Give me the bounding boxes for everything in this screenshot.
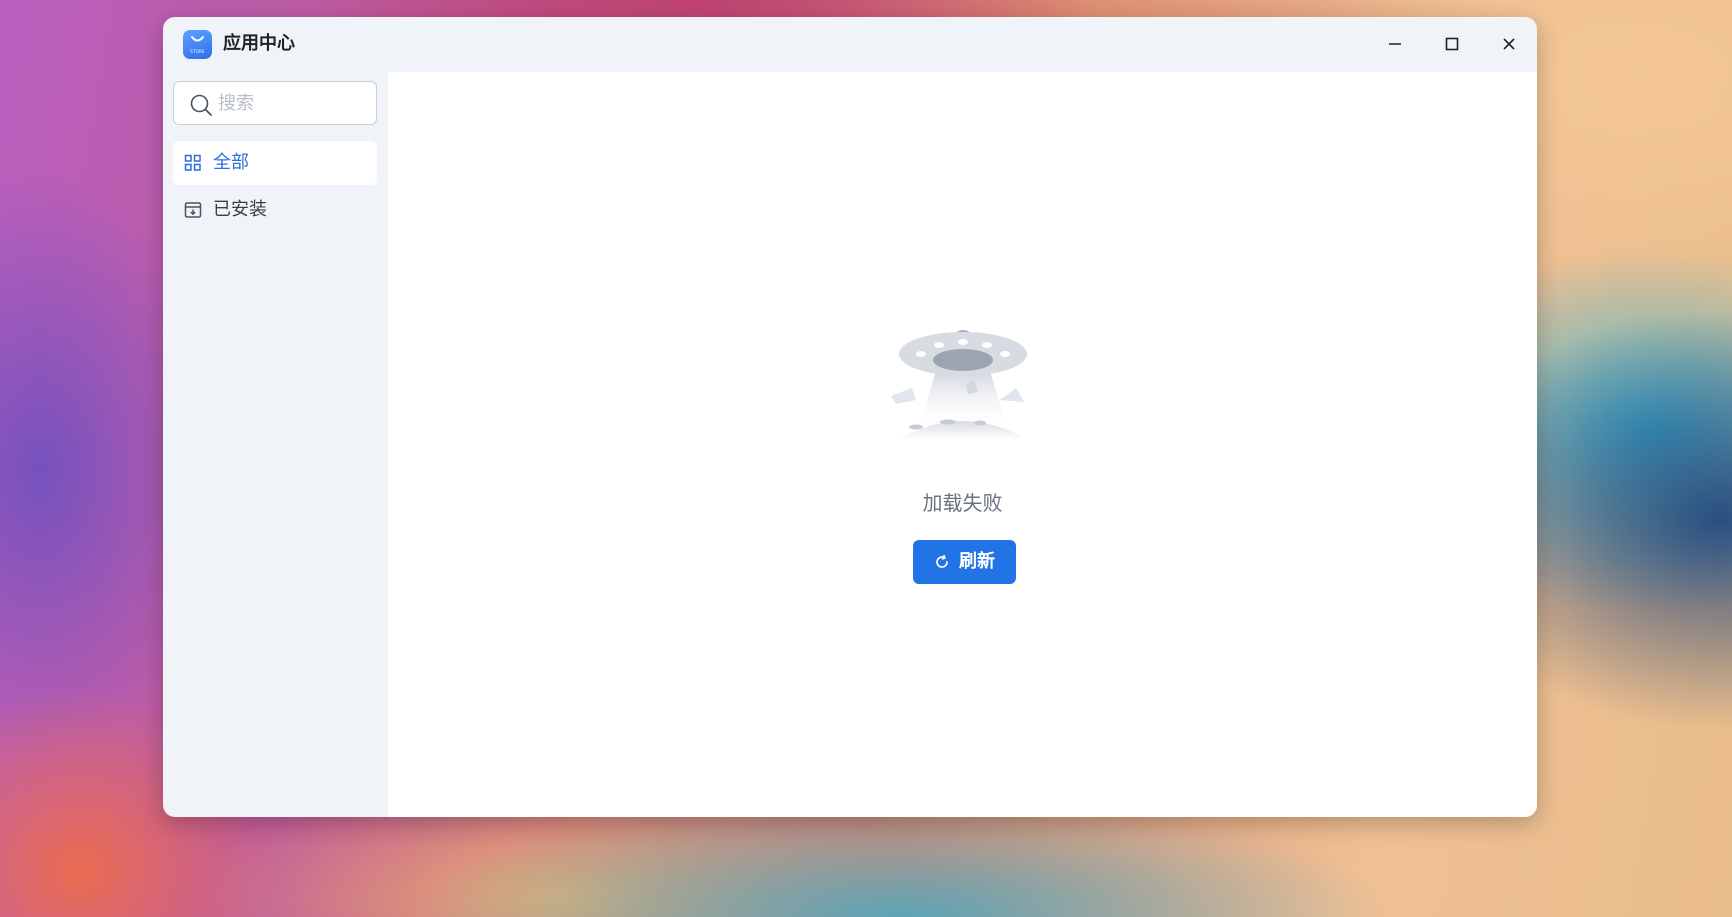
logo-text: STORE bbox=[190, 49, 205, 54]
sidebar-item-all[interactable]: 全部 bbox=[173, 141, 377, 185]
app-center-window: STORE 应用中心 搜索 全部 已安装 加载失败 刷新 bbox=[163, 17, 1537, 817]
minimize-button[interactable] bbox=[1383, 32, 1407, 56]
sidebar-item-installed[interactable]: 已安装 bbox=[173, 188, 377, 232]
load-failed-message: 加载失败 bbox=[922, 491, 1003, 515]
ufo-icon bbox=[891, 330, 1028, 440]
close-icon bbox=[1503, 38, 1515, 50]
close-button[interactable] bbox=[1497, 32, 1521, 56]
grid-icon bbox=[184, 154, 201, 171]
store-logo-icon: STORE bbox=[183, 30, 212, 59]
titlebar[interactable]: STORE 应用中心 bbox=[163, 17, 1537, 72]
main-content: 加载失败 刷新 bbox=[388, 72, 1537, 817]
desktop-background: STORE 应用中心 搜索 全部 已安装 加载失败 刷新 bbox=[0, 0, 1732, 917]
sidebar-item-label: 已安装 bbox=[213, 199, 267, 220]
window-title: 应用中心 bbox=[223, 33, 295, 54]
sidebar-item-label: 全部 bbox=[213, 152, 249, 173]
installed-box-icon bbox=[184, 202, 202, 218]
minimize-icon bbox=[1389, 43, 1401, 45]
refresh-label: 刷新 bbox=[959, 551, 995, 572]
maximize-button[interactable] bbox=[1440, 32, 1464, 56]
refresh-icon bbox=[936, 554, 948, 568]
refresh-button[interactable]: 刷新 bbox=[913, 540, 1016, 584]
maximize-icon bbox=[1445, 37, 1459, 51]
